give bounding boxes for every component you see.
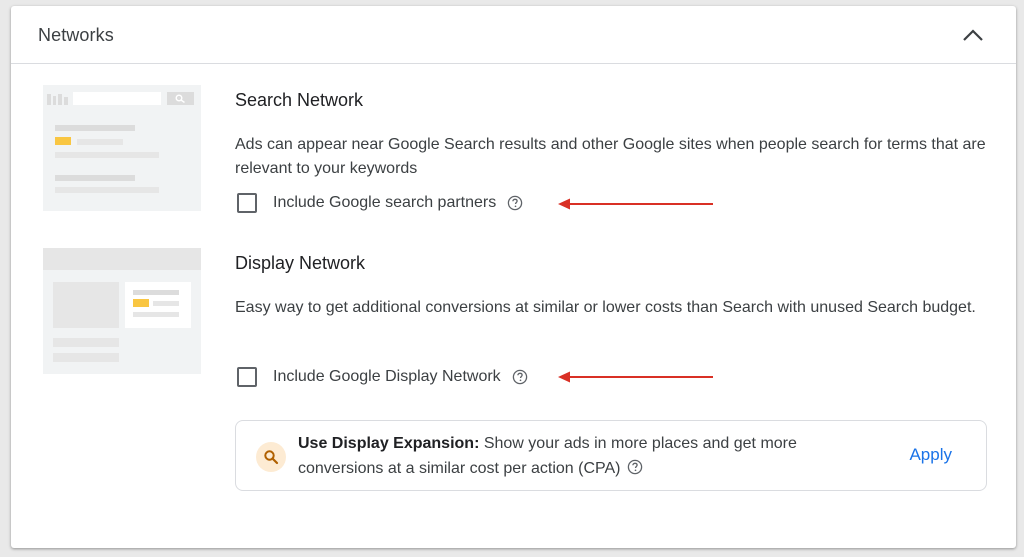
display-expansion-card: Use Display Expansion: Show your ads in … — [235, 420, 987, 491]
networks-panel: Networks Search Network Ads can appear n… — [11, 6, 1016, 548]
display-network-label[interactable]: Include Google Display Network — [273, 368, 501, 386]
display-network-illustration — [43, 248, 201, 374]
display-network-title: Display Network — [235, 253, 366, 273]
arrow-icon — [558, 198, 713, 210]
help-icon[interactable] — [507, 195, 523, 211]
display-network-option[interactable]: Include Google Display Network — [237, 367, 528, 387]
search-partners-checkbox[interactable] — [237, 193, 257, 213]
display-expansion-heading: Use Display Expansion: — [298, 435, 480, 452]
chevron-up-icon — [963, 29, 983, 41]
search-network-description: Ads can appear near Google Search result… — [235, 136, 986, 177]
search-network-title: Search Network — [235, 90, 364, 110]
search-partners-option[interactable]: Include Google search partners — [237, 193, 523, 213]
panel-header[interactable]: Networks — [11, 6, 1016, 64]
display-network-checkbox[interactable] — [237, 367, 257, 387]
search-icon — [256, 442, 286, 472]
help-icon[interactable] — [512, 369, 528, 385]
collapse-button[interactable] — [960, 23, 986, 47]
apply-button[interactable]: Apply — [909, 445, 952, 465]
help-icon[interactable] — [627, 459, 643, 475]
arrow-icon — [558, 371, 713, 383]
search-network-illustration — [43, 85, 201, 211]
display-expansion-text: Use Display Expansion: Show your ads in … — [298, 431, 858, 481]
display-network-description: Easy way to get additional conversions a… — [235, 299, 976, 316]
panel-title: Networks — [38, 25, 114, 45]
search-partners-label[interactable]: Include Google search partners — [273, 194, 496, 212]
